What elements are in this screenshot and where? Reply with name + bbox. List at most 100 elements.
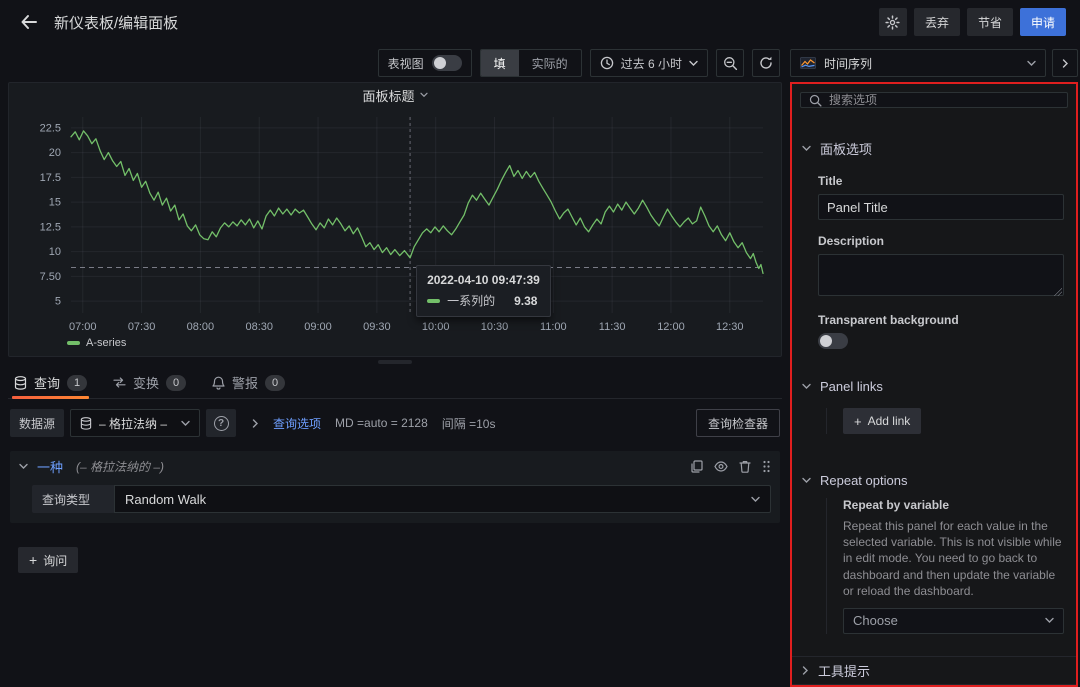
- svg-text:07:00: 07:00: [69, 321, 97, 333]
- datasource-help-button[interactable]: ?: [206, 409, 236, 437]
- query-editor: 数据源 – 格拉法纳 – ? 查询选项: [8, 399, 782, 687]
- panel-title-input[interactable]: [818, 194, 1064, 220]
- query-row-body: 查询类型 Random Walk: [10, 481, 780, 523]
- svg-text:20: 20: [49, 147, 61, 159]
- refresh-button[interactable]: [752, 49, 780, 77]
- back-button[interactable]: [14, 7, 44, 37]
- query-options-link[interactable]: 查询选项: [273, 415, 321, 432]
- topbar: 新仪表板/编辑面板 丢弃 节省 申请: [0, 0, 1080, 44]
- editor-tabs: 查询 1 变换 0 警报 0: [8, 367, 782, 399]
- svg-text:10:30: 10:30: [481, 321, 509, 333]
- svg-text:12:30: 12:30: [716, 321, 744, 333]
- question-icon: ?: [214, 416, 229, 431]
- refresh-icon: [759, 56, 773, 70]
- description-field-label: Description: [818, 234, 1064, 248]
- transparent-bg-toggle[interactable]: [818, 333, 848, 349]
- panel-toolbar: 表视图 填 实际的 过去 6 小时: [8, 44, 782, 82]
- tab-transform[interactable]: 变换 0: [111, 367, 188, 398]
- time-range-picker[interactable]: 过去 6 小时: [590, 49, 708, 77]
- drag-handle-icon[interactable]: [762, 460, 771, 473]
- chart-legend[interactable]: A-series: [9, 337, 781, 349]
- tab-query[interactable]: 查询 1: [12, 367, 89, 398]
- svg-text:09:00: 09:00: [304, 321, 332, 333]
- panel-resize-handle[interactable]: [8, 357, 782, 367]
- tab-query-label: 查询: [34, 373, 60, 392]
- settings-button[interactable]: [879, 8, 907, 36]
- query-options-toggle[interactable]: 查询选项 MD =auto = 2128 间隔 =10s: [252, 415, 495, 432]
- add-query-label: 询问: [43, 552, 67, 569]
- tab-transform-label: 变换: [133, 373, 159, 392]
- topbar-actions: 丢弃 节省 申请: [879, 8, 1066, 36]
- svg-text:09:30: 09:30: [363, 321, 391, 333]
- panel-options-body: Title Description Transparent background: [792, 166, 1076, 364]
- time-series-chart[interactable]: 57.501012.51517.52022.507:0007:3008:0008…: [9, 107, 781, 337]
- panel-description-textarea[interactable]: [818, 254, 1064, 296]
- chevron-right-icon: [252, 419, 259, 428]
- page-title: 新仪表板/编辑面板: [54, 12, 178, 33]
- eye-icon[interactable]: [714, 461, 728, 472]
- section-panel-links[interactable]: Panel links: [792, 368, 1076, 402]
- visualization-picker[interactable]: 时间序列: [790, 49, 1046, 77]
- save-button[interactable]: 节省: [967, 8, 1013, 36]
- chevron-down-icon: [1045, 617, 1054, 624]
- tab-alert-label: 警报: [232, 373, 258, 392]
- fill-actual-group: 填 实际的: [480, 49, 582, 77]
- query-inspector-button[interactable]: 查询检查器: [696, 409, 780, 437]
- arrow-left-icon: [20, 14, 38, 30]
- table-view-toggle[interactable]: [432, 55, 462, 71]
- section-panel-links-label: Panel links: [820, 379, 883, 394]
- resize-grip-icon[interactable]: [1054, 288, 1062, 296]
- search-icon: [809, 94, 822, 107]
- edit-area: 表视图 填 实际的 过去 6 小时: [0, 44, 790, 687]
- add-link-button[interactable]: + Add link: [843, 408, 921, 434]
- chevron-down-icon: [802, 383, 811, 390]
- svg-text:11:00: 11:00: [540, 321, 567, 333]
- datasource-picker[interactable]: – 格拉法纳 –: [70, 409, 200, 437]
- gear-icon: [885, 15, 900, 30]
- query-type-select[interactable]: Random Walk: [114, 485, 771, 513]
- section-repeat-options-label: Repeat options: [820, 473, 907, 488]
- apply-button[interactable]: 申请: [1020, 8, 1066, 36]
- section-repeat-options[interactable]: Repeat options: [792, 462, 1076, 496]
- section-tooltip-label: 工具提示: [818, 661, 870, 680]
- query-options-md: MD =auto = 2128: [335, 416, 428, 430]
- actual-option[interactable]: 实际的: [519, 50, 581, 76]
- chart-canvas: 57.501012.51517.52022.507:0007:3008:0008…: [17, 107, 773, 337]
- chevron-right-icon: [1062, 59, 1069, 68]
- zoom-out-button[interactable]: [716, 49, 744, 77]
- repeat-variable-placeholder: Choose: [853, 613, 898, 628]
- clock-icon: [600, 56, 614, 70]
- chevron-down-icon: [751, 496, 760, 503]
- trash-icon[interactable]: [739, 460, 751, 473]
- section-tooltip[interactable]: 工具提示: [792, 656, 1076, 684]
- options-search-input[interactable]: [829, 93, 1059, 107]
- repeat-variable-description: Repeat this panel for each value in the …: [843, 518, 1064, 599]
- repeat-variable-select[interactable]: Choose: [843, 608, 1064, 634]
- legend-label: A-series: [86, 337, 126, 349]
- query-row-header[interactable]: 一种 (– 格拉法纳的 –): [10, 451, 780, 481]
- panel-title: 面板标题: [362, 86, 414, 105]
- bell-icon: [212, 376, 225, 390]
- datasource-value: – 格拉法纳 –: [99, 415, 167, 432]
- tooltip-value: 9.38: [514, 294, 537, 308]
- workspace: 表视图 填 实际的 过去 6 小时: [0, 44, 1080, 687]
- collapse-options-button[interactable]: [1052, 49, 1078, 77]
- options-search[interactable]: [800, 92, 1068, 108]
- add-query-button[interactable]: + 询问: [18, 547, 78, 573]
- time-range-label: 过去 6 小时: [621, 55, 682, 72]
- discard-button[interactable]: 丢弃: [914, 8, 960, 36]
- options-sidebar: 全部 覆盖 面板选项 Title Description Transparent…: [790, 82, 1078, 687]
- svg-text:07:30: 07:30: [128, 321, 156, 333]
- query-options-interval: 间隔 =10s: [442, 415, 496, 432]
- zoom-out-icon: [723, 56, 738, 71]
- query-type-value: Random Walk: [125, 492, 206, 507]
- database-icon: [14, 376, 27, 390]
- panel-title-menu[interactable]: 面板标题: [9, 83, 781, 107]
- visualization-row: 时间序列: [790, 44, 1078, 82]
- section-panel-options[interactable]: 面板选项: [792, 128, 1076, 166]
- fill-option[interactable]: 填: [481, 50, 519, 76]
- tab-alert[interactable]: 警报 0: [210, 367, 287, 398]
- svg-text:10:00: 10:00: [422, 321, 450, 333]
- duplicate-icon[interactable]: [690, 460, 703, 473]
- drag-pill: [378, 360, 412, 364]
